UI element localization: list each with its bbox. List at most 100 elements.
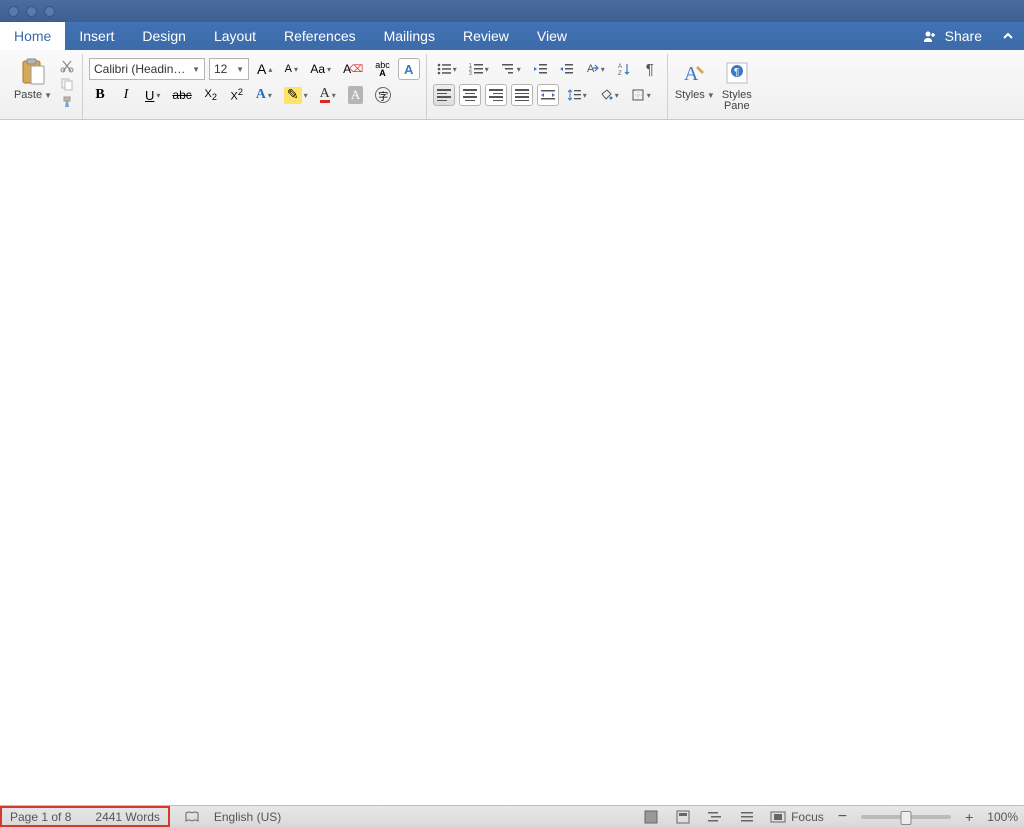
svg-text:A: A: [618, 64, 622, 70]
text-direction-icon: A: [585, 62, 599, 76]
line-spacing-button[interactable]: ▾: [563, 84, 591, 106]
decrease-indent-button[interactable]: [529, 58, 551, 80]
tab-view[interactable]: View: [523, 22, 581, 50]
view-mode-2-button[interactable]: [674, 810, 692, 824]
bold-button[interactable]: B: [89, 84, 111, 106]
zoom-level[interactable]: 100%: [987, 810, 1018, 824]
page-indicator[interactable]: Page 1 of 8: [10, 810, 71, 824]
collapse-ribbon-button[interactable]: [992, 22, 1024, 50]
share-icon: [923, 29, 939, 43]
status-highlight-box: Page 1 of 8 2441 Words: [0, 806, 170, 827]
clipboard-icon: [20, 58, 46, 88]
bucket-icon: [599, 88, 613, 102]
spellcheck-button[interactable]: [184, 810, 200, 824]
align-left-button[interactable]: [433, 84, 455, 106]
tab-design[interactable]: Design: [128, 22, 200, 50]
numbering-button[interactable]: 123▾: [465, 58, 493, 80]
paintbrush-icon: [60, 95, 74, 109]
group-paragraph: ▾ 123▾ ▾ A▾ AZ ¶ ▾ ▾ ▾: [427, 54, 668, 119]
bullets-button[interactable]: ▾: [433, 58, 461, 80]
show-marks-button[interactable]: ¶: [639, 58, 661, 80]
strikethrough-button[interactable]: abc: [168, 84, 195, 106]
align-right-icon: [489, 89, 503, 101]
bullets-icon: [437, 63, 451, 75]
change-case-button[interactable]: Aa▾: [306, 58, 335, 80]
italic-button[interactable]: I: [115, 84, 137, 106]
svg-text:A: A: [684, 63, 699, 85]
text-direction-button[interactable]: A▾: [581, 58, 609, 80]
decrease-font-size-button[interactable]: A▾: [280, 58, 302, 80]
cut-button[interactable]: [58, 58, 76, 74]
superscript-button[interactable]: X2: [226, 84, 248, 106]
subscript-button[interactable]: X2: [200, 84, 222, 106]
svg-text:Z: Z: [618, 71, 622, 76]
align-center-button[interactable]: [459, 84, 481, 106]
font-name-combo[interactable]: Calibri (Headin…▼: [89, 58, 205, 80]
tab-mailings[interactable]: Mailings: [370, 22, 449, 50]
tab-references[interactable]: References: [270, 22, 370, 50]
align-right-button[interactable]: [485, 84, 507, 106]
tab-insert[interactable]: Insert: [65, 22, 128, 50]
enclose-characters-button[interactable]: 字: [371, 84, 395, 106]
svg-text:¶: ¶: [734, 67, 739, 78]
phonetic-guide-button[interactable]: abcA: [371, 58, 394, 80]
focus-mode-button[interactable]: Focus: [770, 810, 824, 824]
tab-review[interactable]: Review: [449, 22, 523, 50]
draft-view-button[interactable]: [738, 810, 756, 824]
multilevel-icon: [501, 63, 515, 75]
outdent-icon: [533, 63, 547, 75]
paste-button[interactable]: Paste▼: [12, 56, 54, 101]
borders-icon: [631, 88, 645, 102]
tab-home[interactable]: Home: [0, 22, 65, 50]
focus-icon: [770, 811, 786, 823]
align-left-icon: [437, 89, 451, 101]
tab-layout[interactable]: Layout: [200, 22, 270, 50]
zoom-in-button[interactable]: +: [965, 809, 973, 825]
sort-button[interactable]: AZ: [613, 58, 635, 80]
increase-font-size-button[interactable]: A▴: [253, 58, 276, 80]
character-shading-button[interactable]: A: [344, 84, 367, 106]
styles-icon: A: [682, 60, 708, 86]
word-count[interactable]: 2441 Words: [95, 810, 159, 824]
justify-button[interactable]: [511, 84, 533, 106]
format-painter-button[interactable]: [58, 94, 76, 110]
clear-formatting-button[interactable]: A⌫: [339, 58, 367, 80]
document-canvas[interactable]: [0, 120, 1024, 805]
zoom-window-button[interactable]: [44, 6, 55, 17]
borders-button[interactable]: ▾: [627, 84, 655, 106]
ribbon: Paste▼ Calibri (Headin…▼ 12▼ A▴ A▾ Aa▾ A…: [0, 50, 1024, 120]
shading-button[interactable]: ▾: [595, 84, 623, 106]
align-center-icon: [463, 89, 477, 101]
outline-view-button[interactable]: [706, 810, 724, 824]
justify-icon: [515, 89, 529, 101]
group-font: Calibri (Headin…▼ 12▼ A▴ A▾ Aa▾ A⌫ abcA …: [83, 54, 427, 119]
book-icon: [184, 810, 200, 824]
copy-button[interactable]: [58, 76, 76, 92]
multilevel-list-button[interactable]: ▾: [497, 58, 525, 80]
close-window-button[interactable]: [8, 6, 19, 17]
text-effects-button[interactable]: A▾: [252, 84, 276, 106]
group-clipboard: Paste▼: [6, 54, 83, 119]
sort-icon: AZ: [617, 62, 631, 76]
language-button[interactable]: English (US): [214, 810, 281, 824]
status-bar: Page 1 of 8 2441 Words English (US) Focu…: [0, 805, 1024, 827]
styles-button[interactable]: A Styles▼: [674, 56, 716, 101]
styles-pane-button[interactable]: ¶ Styles Pane: [716, 56, 758, 112]
zoom-slider[interactable]: [861, 815, 951, 819]
group-styles: A Styles▼ ¶ Styles Pane: [668, 54, 764, 119]
distributed-button[interactable]: [537, 84, 559, 106]
line-spacing-icon: [567, 88, 581, 102]
print-layout-view-button[interactable]: [642, 810, 660, 824]
distributed-icon: [541, 89, 555, 101]
share-button[interactable]: Share: [913, 22, 992, 50]
window-titlebar: [0, 0, 1024, 22]
zoom-out-button[interactable]: −: [838, 808, 847, 826]
font-size-combo[interactable]: 12▼: [209, 58, 249, 80]
minimize-window-button[interactable]: [26, 6, 37, 17]
underline-button[interactable]: U▾: [141, 84, 164, 106]
highlight-button[interactable]: ✎▾: [280, 84, 312, 106]
increase-indent-button[interactable]: [555, 58, 577, 80]
character-border-button[interactable]: A: [398, 58, 420, 80]
font-color-button[interactable]: A▾: [316, 84, 340, 106]
share-label: Share: [945, 28, 982, 44]
